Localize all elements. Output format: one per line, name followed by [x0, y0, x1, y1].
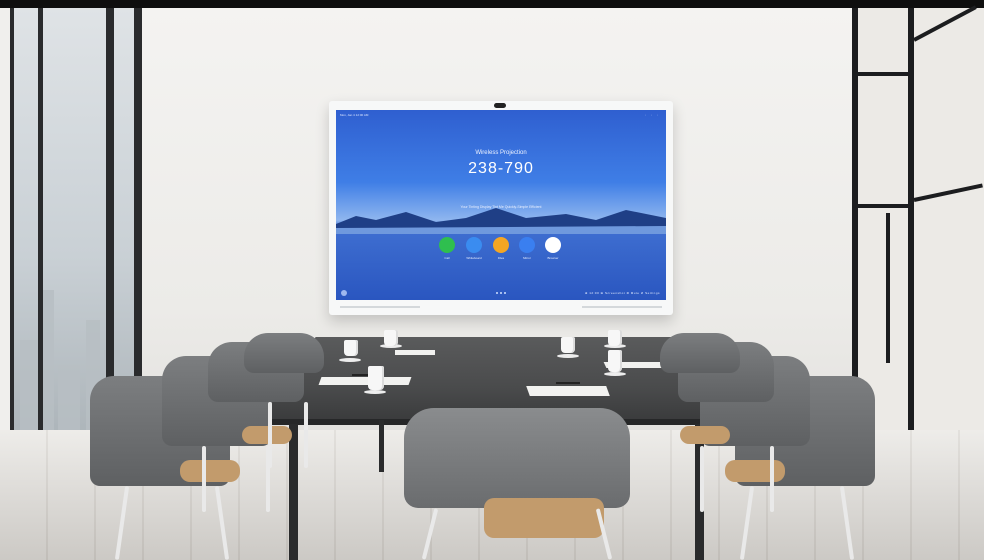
coffee-cup: [608, 350, 622, 372]
bottom-toolbar[interactable]: ⊕ 12:00 ⊞ Screenshot ⊗ Mute ⊘ Settings: [585, 291, 660, 295]
camera-icon: [494, 103, 506, 108]
chair-left: [244, 333, 334, 443]
projection-label: Wireless Projection: [475, 150, 527, 156]
coffee-cup: [368, 366, 384, 390]
saucer: [339, 358, 361, 362]
pen-icon[interactable]: [466, 237, 482, 253]
phone-icon[interactable]: [439, 237, 455, 253]
screen-tagline: Your Tinting Display Tint Me Quickly-Sim…: [460, 205, 542, 209]
partition-frame: [908, 8, 914, 478]
speaker-grille: [582, 306, 662, 308]
partition-frame: [913, 5, 977, 42]
coffee-cup: [608, 330, 622, 346]
display-chin: [336, 303, 666, 311]
folder-icon[interactable]: [493, 237, 509, 253]
speaker-grille: [340, 306, 420, 308]
screen-icon[interactable]: [519, 237, 535, 253]
globe-icon[interactable]: [545, 237, 561, 253]
partition-frame: [913, 183, 983, 202]
window-frame: [10, 8, 14, 460]
table-leg: [379, 420, 384, 472]
status-date: Mon, Jan 4 12:00 AM: [340, 113, 369, 117]
display-screen[interactable]: Mon, Jan 4 12:00 AM ◦ ◦ ◦ Wireless Proje…: [336, 110, 666, 300]
coffee-cup: [561, 337, 575, 353]
app-label: Call: [444, 256, 450, 260]
pen: [556, 382, 580, 384]
paper-sheet: [395, 350, 435, 355]
saucer: [364, 390, 386, 394]
partition-frame: [852, 204, 914, 208]
chair-right: [650, 333, 740, 443]
page-indicator: [496, 281, 510, 294]
app-label: Browser: [547, 256, 559, 260]
conference-room-scene: Mon, Jan 4 12:00 AM ◦ ◦ ◦ Wireless Proje…: [0, 0, 984, 560]
status-icons: ◦ ◦ ◦: [645, 113, 660, 117]
paper-sheet: [526, 386, 610, 396]
chair-front: [404, 408, 630, 560]
home-icon[interactable]: [341, 290, 347, 296]
door-handle: [886, 213, 890, 363]
partition-frame: [852, 72, 914, 76]
top-border: [0, 0, 984, 8]
coffee-cup: [344, 340, 358, 356]
projection-code: 238-790: [468, 160, 534, 177]
window-frame: [38, 8, 43, 460]
saucer: [557, 354, 579, 358]
app-label: Whiteboard: [466, 256, 482, 260]
coffee-cup: [384, 330, 398, 346]
saucer: [604, 372, 626, 376]
